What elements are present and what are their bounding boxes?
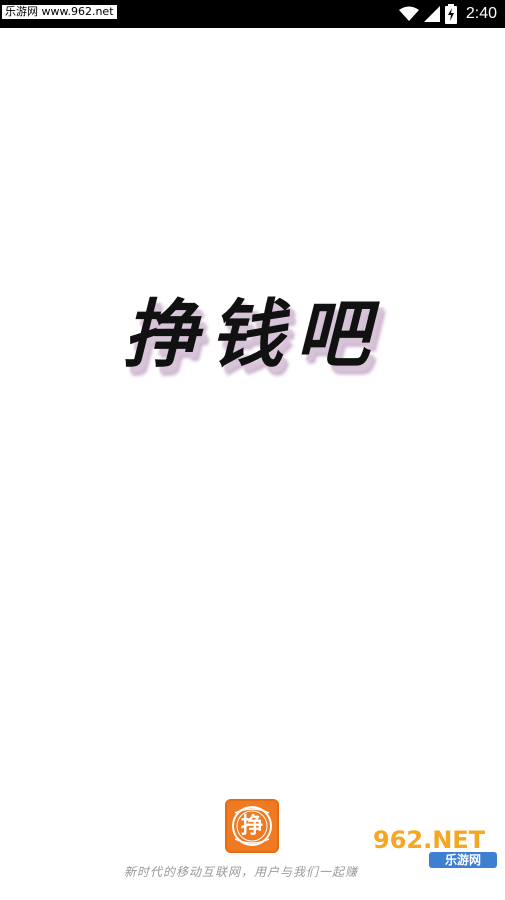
signal-icon xyxy=(423,6,440,22)
logo-character: 挣 xyxy=(240,813,263,839)
slogan-text: 新时代的移动互联网，用户与我们一起赚 xyxy=(124,865,359,879)
watermark-logo: 962.NET 乐游网 xyxy=(365,826,501,872)
wifi-icon xyxy=(398,6,419,22)
watermark-sub: 乐游网 xyxy=(429,852,497,868)
status-icons: 2:40 xyxy=(398,0,497,28)
watermark-text: 乐游网 www.962.net xyxy=(2,5,117,19)
splash-screen: 挣钱吧 挣 新时代的移动互联网，用户与我们一起赚 xyxy=(0,28,505,900)
app-logo: 挣 xyxy=(225,799,279,853)
brand-title: 挣钱吧 xyxy=(123,292,382,378)
status-time: 2:40 xyxy=(465,5,497,22)
watermark-main: 962.NET xyxy=(373,826,486,854)
battery-charging-icon xyxy=(444,4,457,24)
status-bar: 乐游网 www.962.net 2:40 xyxy=(0,0,505,28)
